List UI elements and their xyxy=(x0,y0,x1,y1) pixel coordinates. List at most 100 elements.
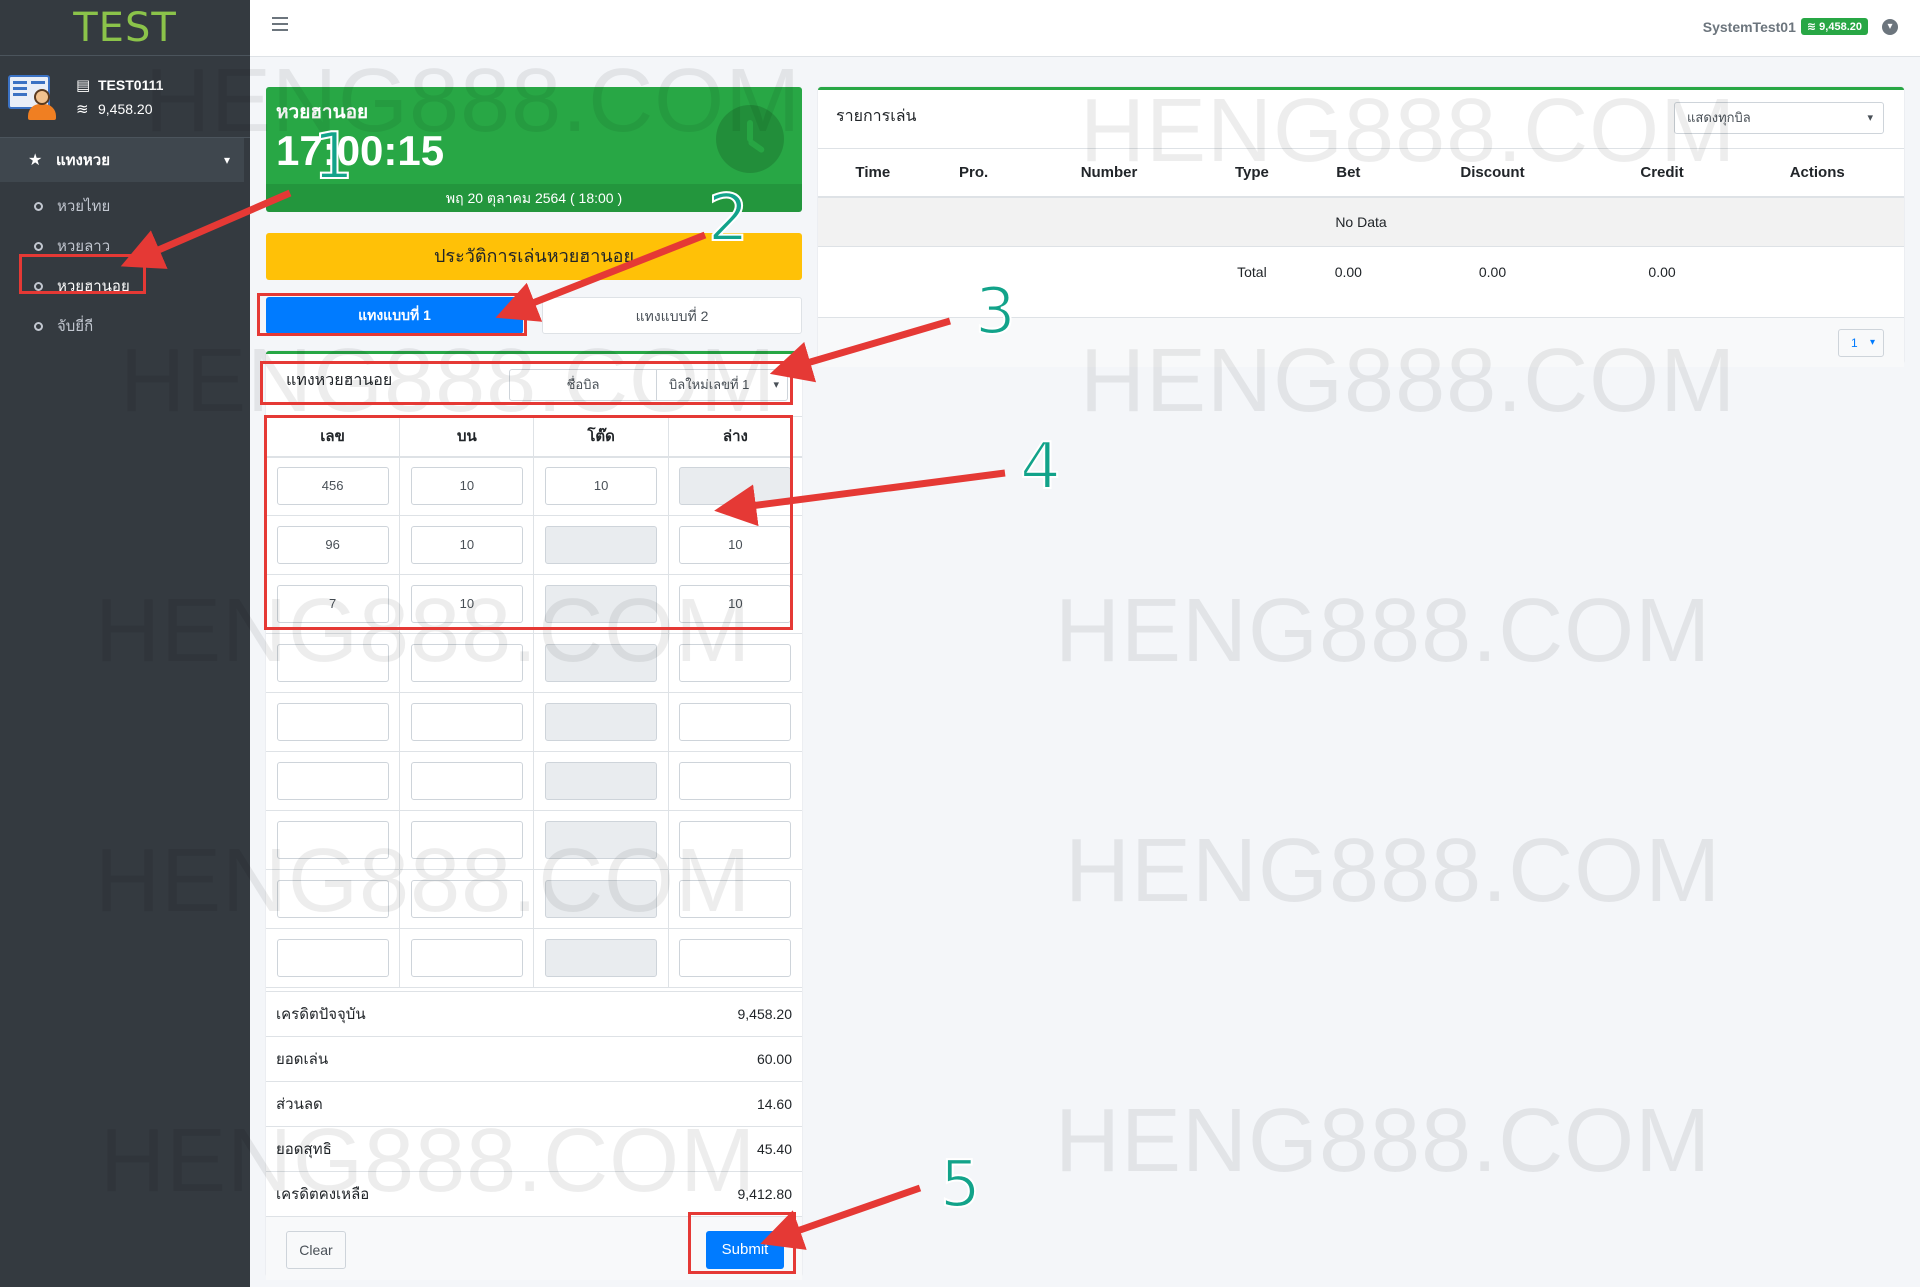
bet-input-tod[interactable]: 10 xyxy=(545,467,658,506)
bet-table: เลข บน โต๊ด ล่าง 456 10 10 96 10 10 7 10 10 xyxy=(266,416,802,988)
bet-row xyxy=(266,751,802,811)
bet-form-title: แทงหวยฮานอย xyxy=(286,372,393,389)
bet-cell xyxy=(399,810,535,870)
summary-row-discount: ส่วนลด 14.60 xyxy=(266,1081,802,1126)
history-button[interactable]: ประวัติการเล่นหวยฮานอย xyxy=(266,233,802,280)
col-discount: Discount xyxy=(1391,148,1594,198)
lottery-countdown: 17:00:15 xyxy=(276,127,445,174)
bet-cell xyxy=(533,574,669,634)
bill-filter-select[interactable]: แสดงทุกบิล ▾ xyxy=(1674,102,1884,134)
star-icon: ★ xyxy=(28,152,43,169)
bet-cell xyxy=(533,515,669,575)
summary-row-remaining-credit: เครดิตคงเหลือ 9,412.80 xyxy=(266,1171,802,1216)
clear-button[interactable]: Clear xyxy=(286,1231,346,1269)
bet-input-tod xyxy=(545,880,658,918)
bet-input-number[interactable] xyxy=(276,821,389,859)
bet-cell xyxy=(533,751,669,811)
bet-row xyxy=(266,928,802,988)
bet-cell xyxy=(533,692,669,752)
bet-input-bottom[interactable]: 10 xyxy=(679,526,792,564)
bet-input-number[interactable] xyxy=(276,762,389,800)
chevron-down-icon: ▾ xyxy=(1867,112,1873,124)
bet-input-bottom xyxy=(679,467,792,506)
bet-cell xyxy=(399,692,535,752)
bet-input-top[interactable] xyxy=(410,644,523,682)
menu-toggle-icon[interactable] xyxy=(272,17,288,31)
bet-cell xyxy=(266,869,401,929)
watermark: HENG888.COM xyxy=(1065,821,1722,921)
tab-bet-mode-1[interactable]: แทงแบบที่ 1 xyxy=(266,297,523,334)
lottery-date: พฤ 20 ตุลาคม 2564 ( 18:00 ) xyxy=(266,184,802,212)
bet-input-top[interactable] xyxy=(410,703,523,741)
bet-input-bottom[interactable] xyxy=(679,703,792,741)
col-tod: โต๊ด xyxy=(533,416,669,458)
bet-input-tod xyxy=(545,703,658,741)
bet-input-bottom[interactable] xyxy=(679,821,792,859)
bet-cell xyxy=(266,633,401,693)
bet-input-top[interactable] xyxy=(410,821,523,859)
bill-name-input[interactable]: ชื่อบิล xyxy=(509,369,657,401)
bet-cell: 10 xyxy=(399,456,535,516)
bet-cell xyxy=(668,869,802,929)
bill-filter-value: แสดงทุกบิล xyxy=(1687,110,1751,125)
bet-input-number[interactable] xyxy=(276,644,389,682)
bet-cell: 96 xyxy=(266,515,401,575)
bet-input-bottom[interactable] xyxy=(679,762,792,800)
submit-button[interactable]: Submit xyxy=(706,1231,784,1269)
bet-cell: 10 xyxy=(668,574,802,634)
menu-bet-lottery[interactable]: ★ แทงหวย ▾ xyxy=(0,138,244,182)
circle-icon xyxy=(34,321,43,331)
brand-logo[interactable]: TEST xyxy=(0,0,250,56)
chevron-down-circle-icon[interactable]: ▾ xyxy=(1882,18,1898,35)
bet-input-number[interactable]: 7 xyxy=(276,585,389,623)
sidebar-item-label: หวยฮานอย xyxy=(57,278,130,295)
total-bet: 0.00 xyxy=(1334,263,1362,280)
sidebar-item-yeekee[interactable]: จับยี่กี xyxy=(0,306,250,346)
summary-row-current-credit: เครดิตปัจจุบัน 9,458.20 xyxy=(266,991,802,1036)
menu-bet-lottery-label: แทงหวย xyxy=(56,152,110,169)
bet-input-top[interactable]: 10 xyxy=(410,467,523,506)
bet-input-bottom[interactable] xyxy=(679,644,792,682)
bet-cell: 10 xyxy=(533,456,669,516)
user-dropdown[interactable]: SystemTest01 ≋ 9,458.20 ▾ xyxy=(1703,18,1898,35)
bet-input-bottom[interactable] xyxy=(679,880,792,918)
sidebar-item-label: จับยี่กี xyxy=(57,318,94,335)
bet-form-header: แทงหวยฮานอย ชื่อบิล บิลใหม่เลขที่ 1 ▾ xyxy=(266,354,802,404)
col-bottom: ล่าง xyxy=(668,416,802,458)
bet-cell: 10 xyxy=(668,515,802,575)
bet-input-number[interactable]: 96 xyxy=(276,526,389,564)
bill-select[interactable]: บิลใหม่เลขที่ 1 ▾ xyxy=(656,369,788,401)
bet-form-card: แทงหวยฮานอย ชื่อบิล บิลใหม่เลขที่ 1 ▾ เลข… xyxy=(266,351,802,1280)
bet-cell xyxy=(533,928,669,988)
chevron-down-icon: ▾ xyxy=(773,379,779,391)
chevron-down-icon: ▾ xyxy=(1869,337,1875,348)
balance-badge: ≋ 9,458.20 xyxy=(1800,18,1868,35)
bet-input-top[interactable]: 10 xyxy=(410,526,523,564)
bet-input-bottom[interactable] xyxy=(679,939,792,977)
sidebar-item-label: หวยไทย xyxy=(57,198,111,215)
bet-input-number[interactable] xyxy=(276,703,389,741)
col-credit: Credit xyxy=(1593,148,1731,198)
user-balance: 9,458.20 xyxy=(98,100,153,117)
bet-input-top[interactable] xyxy=(410,880,523,918)
bet-input-tod xyxy=(545,585,658,623)
lottery-countdown-box: หวยฮานอย 17:00:15 พฤ 20 ตุลาคม 2564 ( 18… xyxy=(266,87,802,212)
tab-bet-mode-2[interactable]: แทงแบบที่ 2 xyxy=(542,297,802,334)
bet-row xyxy=(266,810,802,870)
page-select[interactable]: 1 ▾ xyxy=(1838,329,1884,357)
bet-input-top[interactable] xyxy=(410,762,523,800)
user-name: TEST0111 xyxy=(98,76,164,93)
bet-cell xyxy=(399,928,535,988)
sidebar-item-lao-lottery[interactable]: หวยลาว xyxy=(0,226,250,266)
chevron-down-icon: ▾ xyxy=(223,153,230,167)
bet-input-bottom[interactable]: 10 xyxy=(679,585,792,623)
bet-input-number[interactable] xyxy=(276,939,389,977)
bet-input-top[interactable]: 10 xyxy=(410,585,523,623)
bet-input-top[interactable] xyxy=(410,939,523,977)
sidebar-item-thai-lottery[interactable]: หวยไทย xyxy=(0,186,250,226)
total-credit: 0.00 xyxy=(1648,263,1676,280)
bet-input-tod xyxy=(545,939,658,977)
bet-input-number[interactable] xyxy=(276,880,389,918)
bet-input-number[interactable]: 456 xyxy=(276,467,389,506)
sidebar-item-hanoi-lottery[interactable]: หวยฮานอย xyxy=(0,266,250,306)
